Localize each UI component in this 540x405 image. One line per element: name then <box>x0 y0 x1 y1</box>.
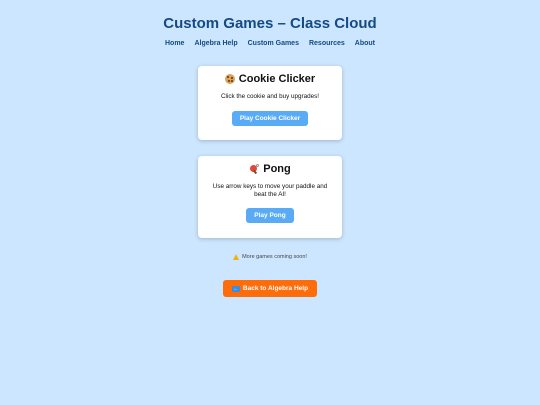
ping-pong-paddle-icon <box>249 164 260 175</box>
page-title: Custom Games – Class Cloud <box>163 15 377 32</box>
nav-home[interactable]: Home <box>165 40 184 47</box>
coming-soon-notice: More games coming soon! <box>0 254 540 260</box>
game-card-title: Pong <box>198 163 342 175</box>
play-cookie-clicker-button[interactable]: Play Cookie Clicker <box>231 111 309 127</box>
nav-algebra-help[interactable]: Algebra Help <box>194 40 237 47</box>
nav-resources[interactable]: Resources <box>309 40 345 47</box>
nav-custom-games[interactable]: Custom Games <box>248 40 299 47</box>
cookie-icon <box>224 74 235 84</box>
main-nav: Home Algebra Help Custom Games Resources… <box>0 40 540 47</box>
game-card-pong: Pong Use arrow keys to move your paddle … <box>198 156 342 238</box>
notice-text: More games coming soon! <box>242 254 307 260</box>
play-pong-button[interactable]: Play Pong <box>246 208 294 224</box>
game-title-text: Pong <box>263 163 291 175</box>
left-arrow-icon: ← <box>231 285 240 292</box>
back-button-label: Back to Algebra Help <box>242 285 309 292</box>
game-card-title: Cookie Clicker <box>198 73 342 85</box>
warning-icon <box>233 254 240 260</box>
game-description: Use arrow keys to move your paddle and b… <box>212 183 328 199</box>
back-to-algebra-help-button[interactable]: ← Back to Algebra Help <box>223 280 317 297</box>
game-description: Click the cookie and buy upgrades! <box>220 93 319 100</box>
game-title-text: Cookie Clicker <box>238 73 316 85</box>
nav-about[interactable]: About <box>355 40 375 47</box>
page: Custom Games – Class Cloud Home Algebra … <box>0 0 540 405</box>
game-card-cookie-clicker: Cookie Clicker Click the cookie and buy … <box>198 66 342 140</box>
